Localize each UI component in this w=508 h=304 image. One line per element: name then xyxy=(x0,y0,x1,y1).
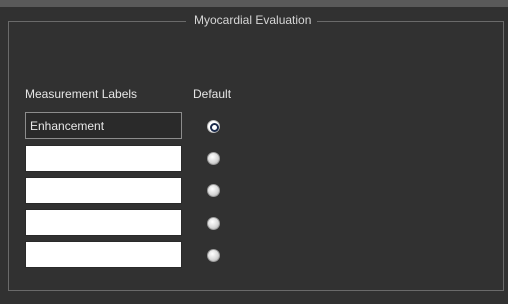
measurement-label-field-1[interactable] xyxy=(25,112,182,139)
default-radio-5[interactable] xyxy=(207,249,220,262)
measurement-label-field-5[interactable] xyxy=(25,241,182,268)
default-header: Default xyxy=(193,87,232,101)
measurement-label-field-3[interactable] xyxy=(25,177,182,204)
measurement-label-field-4[interactable] xyxy=(25,209,182,236)
default-radio-2[interactable] xyxy=(207,152,220,165)
default-radio-1[interactable] xyxy=(207,120,220,133)
section-title: Myocardial Evaluation xyxy=(186,12,318,28)
measurement-labels-header: Measurement Labels xyxy=(25,87,138,101)
default-radio-4[interactable] xyxy=(207,217,220,230)
measurement-label-field-2[interactable] xyxy=(25,145,182,172)
myocardial-evaluation-panel: Myocardial Evaluation Measurement Labels… xyxy=(0,0,508,304)
top-divider xyxy=(0,0,508,7)
default-radio-3[interactable] xyxy=(207,184,220,197)
